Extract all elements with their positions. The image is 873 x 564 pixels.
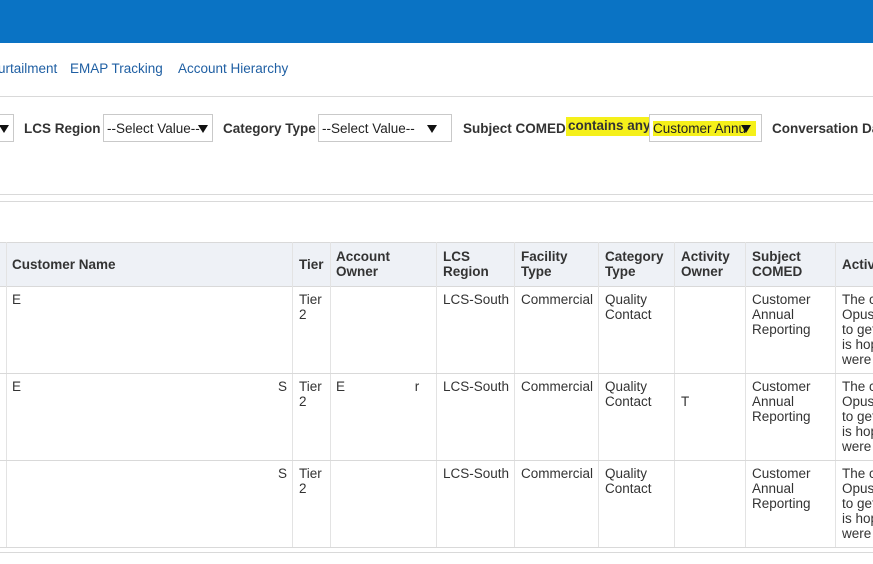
cell-category-type: Quality Contact (605, 292, 652, 322)
category-type-value: --Select Value-- (322, 121, 415, 136)
cell-customer-name: E (12, 379, 22, 394)
col-account-owner[interactable]: Account Owner (336, 249, 416, 279)
col-activity-owner[interactable]: Activity Owner (681, 249, 741, 279)
cell-tier: Tier 2 (299, 466, 322, 496)
chevron-down-icon (198, 125, 208, 133)
lcs-region-label: LCS Region (24, 121, 101, 136)
cell-activity: The c Opus to get is hop were (842, 466, 873, 541)
col-lcs-region[interactable]: LCS Region (443, 249, 503, 279)
top-banner (0, 0, 873, 43)
cell-lcs-region: LCS-South (443, 379, 510, 394)
divider (0, 194, 873, 195)
cell-lcs-region: LCS-South (443, 292, 510, 307)
category-type-label: Category Type (223, 121, 316, 136)
cell-facility-type: Commercial (521, 379, 594, 394)
divider (0, 552, 873, 553)
activity-cell-clip: The c Opus to get is hop were (836, 460, 873, 547)
table-row[interactable]: E Tier 2 LCS-South Commercial Quality Co… (0, 286, 873, 374)
activity-cell-clip: The c Opus to get is hop were (836, 373, 873, 460)
col-category-type[interactable]: Category Type (605, 249, 671, 279)
divider (0, 201, 873, 202)
nav-link-curtailment[interactable]: urtailment (0, 61, 57, 76)
cell-account-owner: E r (336, 379, 420, 394)
lcs-region-select[interactable]: --Select Value-- (103, 114, 213, 142)
nav-link-emap-tracking[interactable]: EMAP Tracking (70, 61, 163, 76)
cell-customer-name-tail: S (278, 379, 288, 394)
cell-customer-name-tail: S (278, 466, 288, 481)
lcs-region-value: --Select Value-- (107, 121, 200, 136)
cell-subject: Customer Annual Reporting (752, 292, 811, 337)
cell-facility-type: Commercial (521, 292, 594, 307)
col-activity[interactable]: Activ (842, 257, 873, 272)
divider (0, 96, 873, 97)
col-tier[interactable]: Tier (299, 257, 324, 272)
cell-customer-name: E (12, 292, 22, 307)
cell-tier: Tier 2 (299, 292, 322, 322)
cell-activity: The c Opus to get is hop were (842, 379, 873, 454)
subject-value-select[interactable]: Customer Annu (649, 114, 762, 142)
subject-operator[interactable]: contains any (566, 117, 653, 136)
subject-comed-label: Subject COMED (463, 121, 566, 136)
col-facility-type[interactable]: Facility Type (521, 249, 581, 279)
chevron-down-icon (741, 125, 751, 133)
cell-subject: Customer Annual Reporting (752, 466, 811, 511)
cell-subject: Customer Annual Reporting (752, 379, 811, 424)
cell-tier: Tier 2 (299, 379, 322, 409)
cell-facility-type: Commercial (521, 466, 594, 481)
chevron-down-icon (0, 125, 9, 133)
col-customer-name[interactable]: Customer Name (12, 257, 116, 272)
activity-cell-clip: The c Opus to get is hop were (836, 286, 873, 373)
prev-filter-select[interactable] (0, 114, 14, 142)
chevron-down-icon (427, 125, 437, 133)
cell-activity-owner: T (681, 394, 690, 409)
col-subject-comed[interactable]: Subject COMED (752, 249, 822, 279)
cell-category-type: Quality Contact (605, 466, 652, 496)
nav-link-account-hierarchy[interactable]: Account Hierarchy (178, 61, 288, 76)
cell-activity: The c Opus to get is hop were (842, 292, 873, 367)
table-row[interactable]: S Tier 2 LCS-South Commercial Quality Co… (0, 460, 873, 548)
table-row[interactable]: E S Tier 2 E r LCS-South Commercial Qual… (0, 373, 873, 461)
cell-lcs-region: LCS-South (443, 466, 510, 481)
cell-category-type: Quality Contact (605, 379, 652, 409)
category-type-select[interactable]: --Select Value-- (318, 114, 452, 142)
conversation-date-label: Conversation Da (772, 121, 873, 136)
